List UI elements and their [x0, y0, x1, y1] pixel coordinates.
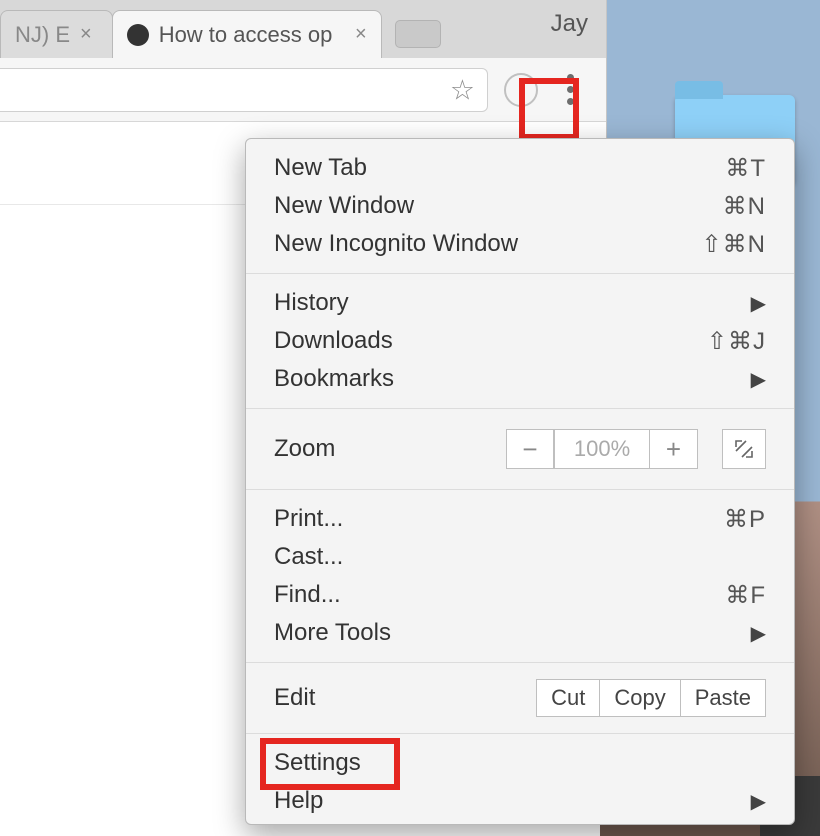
- fullscreen-button[interactable]: [722, 429, 766, 469]
- cut-button[interactable]: Cut: [536, 679, 600, 717]
- tab-strip: NJ) E × How to access op × Jay: [0, 0, 606, 58]
- fullscreen-icon: [734, 439, 754, 459]
- menu-item-bookmarks[interactable]: Bookmarks ▶: [246, 360, 794, 398]
- paste-button[interactable]: Paste: [681, 679, 766, 717]
- chevron-right-icon: ▶: [751, 291, 766, 316]
- bookmark-star-icon[interactable]: ☆: [450, 73, 475, 106]
- copy-button[interactable]: Copy: [600, 679, 680, 717]
- menu-item-print[interactable]: Print... ⌘P: [246, 500, 794, 538]
- profile-name[interactable]: Jay: [551, 10, 588, 38]
- close-icon[interactable]: ×: [355, 23, 367, 46]
- chrome-main-menu: New Tab ⌘T New Window ⌘N New Incognito W…: [245, 138, 795, 825]
- browser-tab-inactive[interactable]: NJ) E ×: [0, 10, 113, 58]
- menu-item-new-tab[interactable]: New Tab ⌘T: [246, 149, 794, 187]
- edit-controls: Cut Copy Paste: [536, 679, 766, 717]
- menu-item-settings[interactable]: Settings: [246, 744, 794, 782]
- chevron-right-icon: ▶: [751, 789, 766, 814]
- chrome-menu-button[interactable]: [548, 68, 592, 112]
- zoom-value: 100%: [554, 429, 650, 469]
- close-icon[interactable]: ×: [80, 23, 92, 46]
- menu-item-edit: Edit Cut Copy Paste: [246, 673, 794, 723]
- menu-item-help[interactable]: Help ▶: [246, 782, 794, 820]
- address-bar[interactable]: ☆: [0, 68, 488, 112]
- new-tab-button[interactable]: [395, 20, 441, 48]
- menu-item-cast[interactable]: Cast...: [246, 538, 794, 576]
- toolbar: ☆: [0, 58, 606, 122]
- menu-item-new-incognito[interactable]: New Incognito Window ⇧⌘N: [246, 225, 794, 263]
- menu-item-history[interactable]: History ▶: [246, 284, 794, 322]
- extension-icon[interactable]: [504, 73, 538, 107]
- tab-title: NJ) E: [15, 22, 70, 48]
- menu-item-zoom: Zoom − 100% +: [246, 419, 794, 479]
- chevron-right-icon: ▶: [751, 367, 766, 392]
- zoom-in-button[interactable]: +: [650, 429, 698, 469]
- zoom-controls: − 100% +: [506, 429, 698, 469]
- zoom-out-button[interactable]: −: [506, 429, 554, 469]
- chevron-right-icon: ▶: [751, 621, 766, 646]
- menu-item-new-window[interactable]: New Window ⌘N: [246, 187, 794, 225]
- menu-item-downloads[interactable]: Downloads ⇧⌘J: [246, 322, 794, 360]
- menu-item-more-tools[interactable]: More Tools ▶: [246, 614, 794, 652]
- tab-favicon: [127, 24, 149, 46]
- tab-title: How to access op: [159, 22, 345, 48]
- browser-tab-active[interactable]: How to access op ×: [112, 10, 382, 58]
- menu-item-find[interactable]: Find... ⌘F: [246, 576, 794, 614]
